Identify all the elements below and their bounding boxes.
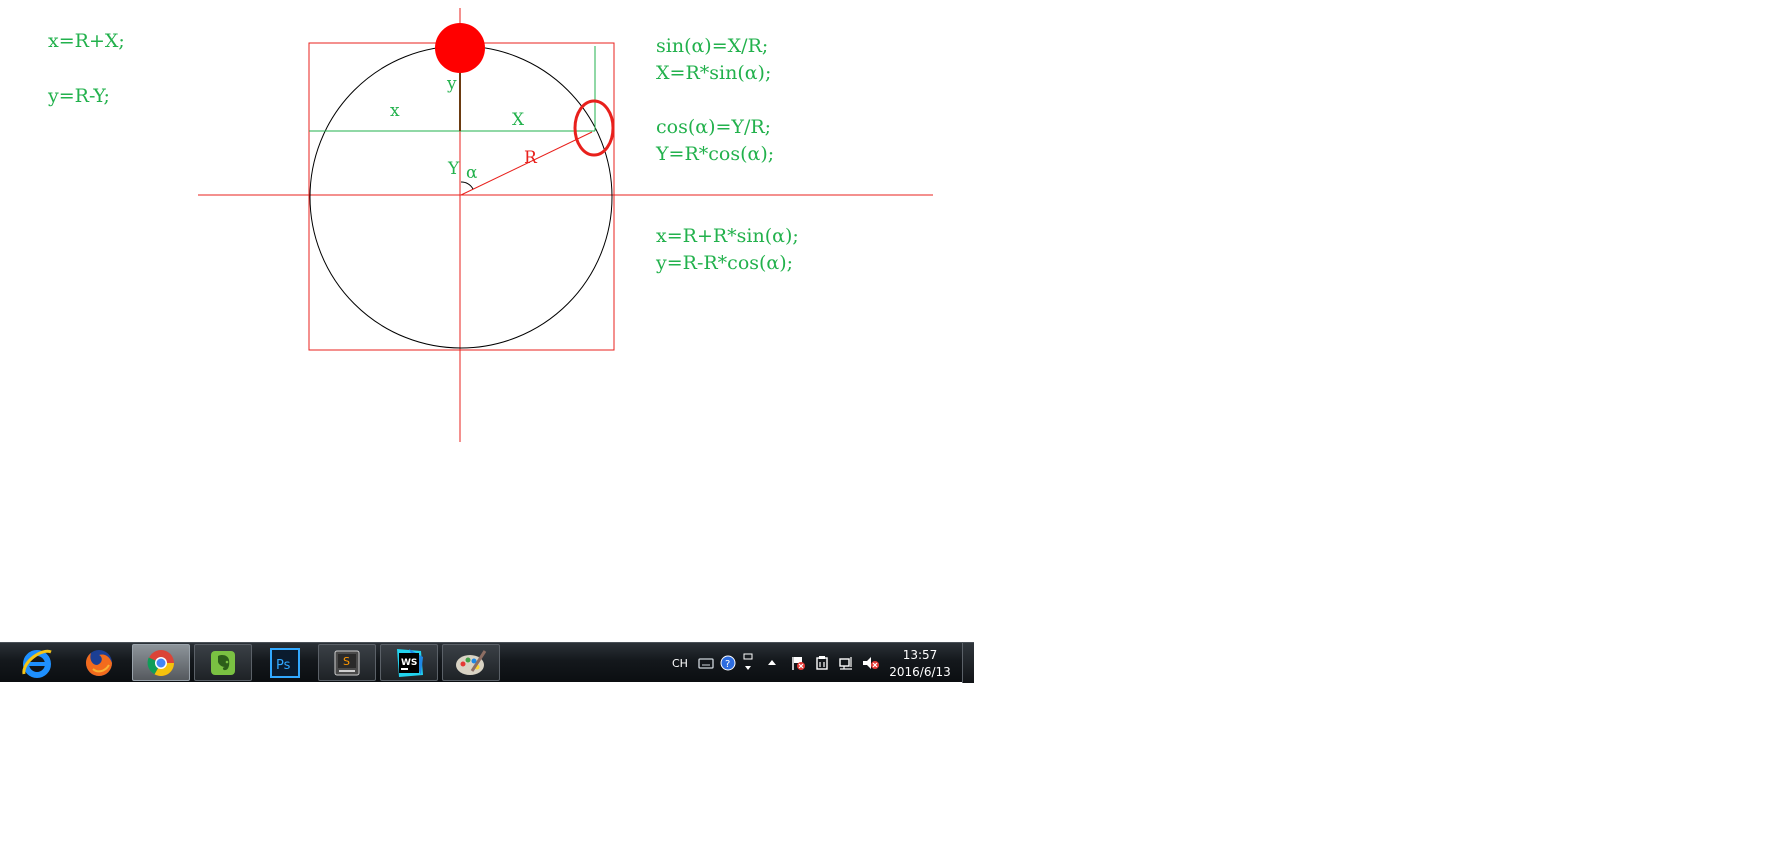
taskbar-app-ie[interactable] [8, 644, 66, 681]
ime-options-icon[interactable] [742, 652, 754, 674]
taskbar-clock[interactable]: 13:57 2016/6/13 [880, 647, 960, 681]
svg-text:?: ? [725, 659, 730, 670]
internet-explorer-icon [22, 649, 52, 678]
evernote-icon [211, 650, 235, 675]
volume-muted-icon[interactable] [862, 655, 880, 671]
svg-text:S: S [343, 655, 350, 668]
label-small-x: x [390, 101, 400, 121]
paint-icon [456, 649, 487, 675]
label-radius: R [524, 148, 538, 168]
taskbar-app-evernote[interactable] [194, 644, 252, 681]
svg-text:Ps: Ps [276, 658, 291, 673]
network-icon[interactable] [838, 655, 854, 671]
circle-diagram: x y X Y α R [198, 8, 933, 442]
taskbar-app-sublime[interactable]: S [318, 644, 376, 681]
taskbar-app-webstorm[interactable]: WS [380, 644, 438, 681]
show-hidden-icons-chevron-up-icon[interactable] [766, 657, 778, 669]
canvas: x=R+X; y=R-Y; sin(α)=X/R; X=R*sin(α); co… [0, 0, 1788, 844]
alpha-arc [460, 181, 474, 190]
taskbar-app-photoshop[interactable]: Ps [256, 644, 314, 681]
firefox-icon [86, 649, 112, 676]
system-tray: CH ? [672, 643, 880, 683]
photoshop-icon: Ps [270, 647, 300, 678]
language-indicator[interactable]: CH [672, 657, 688, 670]
keyboard-icon[interactable] [698, 656, 714, 670]
taskbar: Ps S WS CH ? 13:57 2016/6/13 [0, 642, 974, 683]
label-big-x: X [512, 110, 525, 130]
top-ball [435, 23, 485, 73]
chrome-icon [147, 649, 175, 676]
clock-date: 2016/6/13 [889, 665, 951, 679]
label-small-y: y [446, 74, 457, 94]
point-highlight [573, 99, 615, 157]
taskbar-app-paint[interactable] [442, 644, 500, 681]
webstorm-icon: WS [397, 648, 423, 677]
taskbar-app-firefox[interactable] [70, 644, 128, 681]
action-center-flag-icon[interactable] [790, 655, 806, 671]
help-icon[interactable]: ? [720, 655, 736, 671]
label-big-y: Y [447, 159, 460, 179]
show-desktop-button[interactable] [962, 643, 974, 683]
clock-time: 13:57 [902, 648, 938, 662]
label-alpha: α [466, 163, 478, 183]
removable-device-icon[interactable] [814, 655, 830, 671]
taskbar-app-chrome[interactable] [132, 644, 190, 681]
sublime-text-icon: S [334, 650, 360, 675]
svg-text:WS: WS [401, 658, 417, 668]
